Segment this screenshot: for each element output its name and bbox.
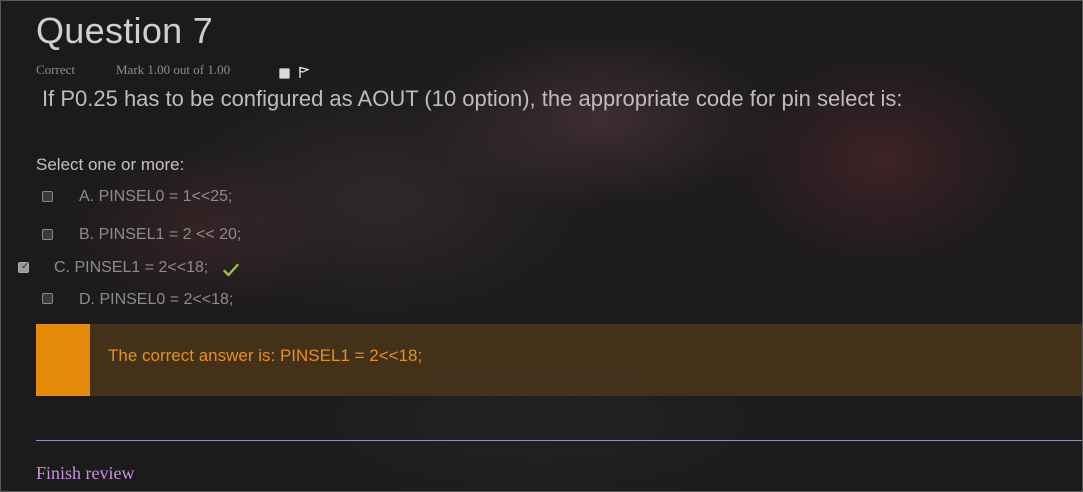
option-a-label[interactable]: A. PINSEL0 = 1<<25; <box>79 188 232 206</box>
option-b-label[interactable]: B. PINSEL1 = 2 << 20; <box>79 226 241 244</box>
question-status: Correct <box>36 62 75 77</box>
option-d-checkbox[interactable] <box>42 293 53 304</box>
flag-question-checkbox[interactable] <box>279 68 290 79</box>
question-text: If P0.25 has to be configured as AOUT (1… <box>42 86 903 111</box>
option-c-label[interactable]: C. PINSEL1 = 2<<18; <box>54 259 208 277</box>
checkbox-check-icon: ✓ <box>21 261 30 272</box>
answer-prompt: Select one or more: <box>36 155 185 174</box>
feedback-text: The correct answer is: PINSEL1 = 2<<18; <box>108 346 423 365</box>
finish-review-link[interactable]: Finish review <box>36 463 135 484</box>
option-b-checkbox[interactable] <box>42 229 53 240</box>
question-mark: Mark 1.00 out of 1.00 <box>116 62 231 77</box>
option-a-checkbox[interactable] <box>42 191 53 202</box>
feedback-accent <box>36 324 90 396</box>
question-title: Question 7 <box>36 10 214 51</box>
option-d-label[interactable]: D. PINSEL0 = 2<<18; <box>79 291 233 309</box>
correct-check-icon <box>223 263 239 277</box>
feedback-panel: The correct answer is: PINSEL1 = 2<<18; <box>36 324 1083 396</box>
flag-icon[interactable] <box>297 65 311 79</box>
divider <box>36 440 1083 441</box>
option-c-checkbox[interactable]: ✓ <box>18 261 30 273</box>
